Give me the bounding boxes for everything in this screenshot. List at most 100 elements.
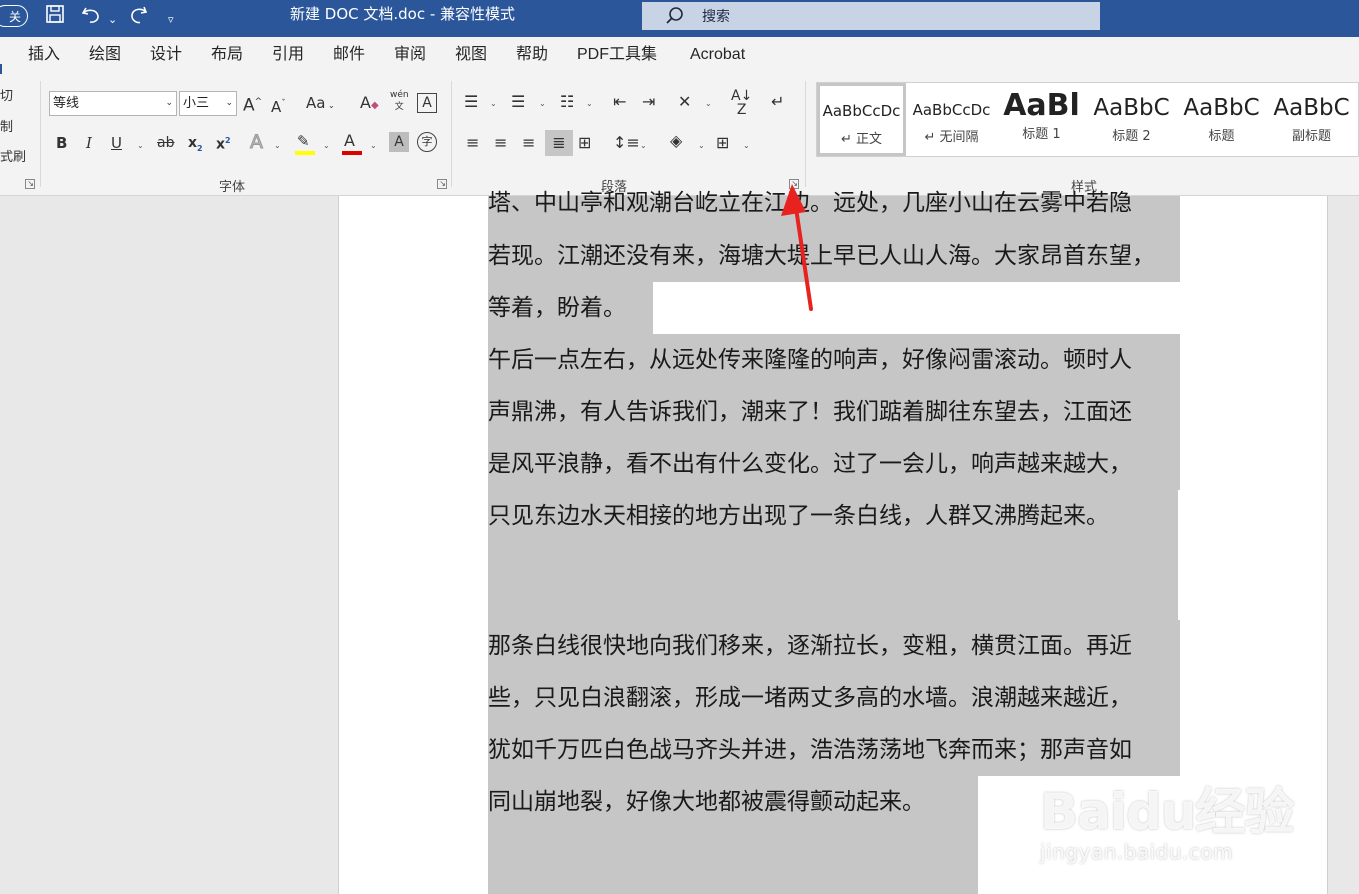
tab-acrobat[interactable]: Acrobat bbox=[690, 45, 745, 65]
grow-font-button[interactable]: A^ bbox=[243, 91, 262, 117]
bullets-icon[interactable]: ☰ bbox=[464, 91, 478, 113]
document-line[interactable]: 犹如千万匹白色战马齐头并进，浩浩荡荡地飞奔而来；那声音如 bbox=[488, 735, 1132, 765]
align-left-icon[interactable]: ≡ bbox=[466, 132, 479, 154]
active-tab-indicator bbox=[0, 64, 2, 74]
borders-icon[interactable]: ⊞ bbox=[716, 132, 729, 154]
document-line[interactable]: 那条白线很快地向我们移来，逐渐拉长，变粗，横贯江面。再近 bbox=[488, 631, 1132, 661]
multilevel-list-icon[interactable]: ☷ bbox=[560, 91, 574, 113]
style-normal[interactable]: AaBbCcDc ↵ 正文 bbox=[817, 83, 906, 156]
chevron-down-icon[interactable]: ⌄ bbox=[137, 141, 144, 151]
phonetic-guide-button[interactable]: wén 文 bbox=[390, 89, 409, 113]
chevron-down-icon[interactable]: ⌄ bbox=[705, 99, 712, 109]
shrink-font-button[interactable]: Aˇ bbox=[271, 93, 286, 118]
chevron-down-icon[interactable]: ⌄ bbox=[640, 141, 647, 151]
align-center-icon[interactable]: ≡ bbox=[494, 132, 507, 154]
underline-button[interactable]: U bbox=[111, 132, 122, 154]
document-line[interactable]: 是风平浪静，看不出有什么变化。过了一会儿，响声越来越大， bbox=[488, 449, 1132, 479]
tab-draw[interactable]: 绘图 bbox=[89, 45, 121, 65]
clear-formatting-icon[interactable]: A◆ bbox=[360, 92, 379, 117]
tab-references[interactable]: 引用 bbox=[272, 45, 304, 65]
italic-button[interactable]: I bbox=[86, 132, 92, 154]
text-effects-button[interactable]: A bbox=[250, 131, 264, 154]
style-name: ↵ 正文 bbox=[840, 132, 883, 147]
style-preview: AaBl bbox=[1003, 91, 1080, 121]
change-case-label: Aa bbox=[306, 94, 326, 112]
chevron-down-icon[interactable]: ⌄ bbox=[586, 99, 593, 109]
bold-button[interactable]: B bbox=[56, 132, 67, 154]
superscript-button[interactable]: x2 bbox=[216, 130, 231, 156]
save-icon[interactable] bbox=[45, 4, 65, 30]
document-line[interactable]: 只见东边水天相接的地方出现了一条白线，人群又沸腾起来。 bbox=[488, 501, 1109, 531]
chinese-layout-icon[interactable]: ✕ bbox=[678, 91, 691, 113]
character-shading-button[interactable]: A bbox=[389, 132, 409, 152]
subscript-button[interactable]: x2 bbox=[188, 132, 203, 160]
increase-indent-icon[interactable]: ⇥ bbox=[642, 91, 655, 113]
tab-mailings[interactable]: 邮件 bbox=[333, 45, 365, 65]
change-case-button[interactable]: Aa ⌄ bbox=[306, 92, 335, 117]
chevron-down-icon[interactable]: ⌄ bbox=[274, 141, 281, 151]
decrease-indent-icon[interactable]: ⇤ bbox=[613, 91, 626, 113]
baidu-watermark: Baidu经验 jingyan.baidu.com bbox=[1040, 772, 1294, 864]
tab-layout[interactable]: 布局 bbox=[211, 45, 243, 65]
font-color-button[interactable]: A bbox=[344, 130, 355, 152]
cut-button[interactable]: 切 bbox=[0, 85, 13, 104]
font-group-label: 字体 bbox=[219, 180, 246, 195]
clipboard-launcher-icon[interactable]: ↘ bbox=[25, 179, 35, 189]
font-name-select[interactable]: 等线 ⌄ bbox=[49, 91, 177, 116]
shrink-font-label: A bbox=[271, 98, 282, 116]
document-line[interactable]: 同山崩地裂，好像大地都被震得颤动起来。 bbox=[488, 787, 925, 817]
style-preview: AaBbCcDc bbox=[822, 102, 901, 120]
tab-pdf-tools[interactable]: PDF工具集 bbox=[577, 45, 657, 65]
autosave-toggle[interactable]: 关 bbox=[0, 5, 28, 27]
document-line[interactable]: 塔、中山亭和观潮台屹立在江边。远处，几座小山在云雾中若隐 bbox=[488, 188, 1132, 218]
chevron-down-icon[interactable]: ⌄ bbox=[490, 99, 497, 109]
tab-view[interactable]: 视图 bbox=[455, 45, 487, 65]
chevron-down-icon[interactable]: ⌄ bbox=[539, 99, 546, 109]
undo-icon[interactable] bbox=[80, 4, 102, 32]
chevron-down-icon[interactable]: ⌄ bbox=[698, 141, 705, 151]
font-size-select[interactable]: 小三 ⌄ bbox=[179, 91, 237, 116]
justify-icon[interactable]: ≣ bbox=[545, 130, 573, 156]
customize-toolbar-icon[interactable]: ▿ bbox=[168, 7, 174, 33]
search-icon bbox=[664, 5, 686, 27]
style-title[interactable]: AaBbC 标题 bbox=[1177, 83, 1266, 156]
redo-icon[interactable] bbox=[128, 4, 150, 32]
font-launcher-icon[interactable]: ↘ bbox=[437, 179, 447, 189]
style-heading-2[interactable]: AaBbC 标题 2 bbox=[1087, 83, 1176, 156]
chevron-down-icon[interactable]: ⌄ bbox=[323, 141, 330, 151]
tab-insert[interactable]: 插入 bbox=[28, 45, 60, 65]
superscript-label: x bbox=[216, 136, 226, 153]
undo-dropdown-icon[interactable]: ⌄ bbox=[108, 7, 117, 33]
character-border-icon[interactable]: A bbox=[417, 93, 437, 113]
chevron-down-icon[interactable]: ⌄ bbox=[743, 141, 750, 151]
format-painter-button[interactable]: 式刷 bbox=[0, 146, 26, 165]
document-line[interactable]: 若现。江潮还没有来，海塘大堤上早已人山人海。大家昂首东望， bbox=[488, 241, 1155, 271]
line-spacing-icon[interactable]: ↕≡ bbox=[613, 132, 640, 154]
highlight-icon[interactable]: ✎ bbox=[297, 130, 310, 152]
tab-review[interactable]: 审阅 bbox=[394, 45, 426, 65]
chevron-down-icon[interactable]: ⌄ bbox=[370, 141, 377, 151]
copy-button[interactable]: 制 bbox=[0, 116, 13, 135]
autosave-toggle-label: 关 bbox=[8, 9, 21, 24]
tab-design[interactable]: 设计 bbox=[150, 45, 182, 65]
enclose-characters-button[interactable]: 字 bbox=[417, 132, 437, 152]
search-box[interactable]: 搜索 bbox=[642, 2, 1100, 30]
show-formatting-marks-icon[interactable]: ↵ bbox=[771, 91, 784, 113]
document-line[interactable]: 声鼎沸，有人告诉我们，潮来了！我们踮着脚往东望去，江面还 bbox=[488, 397, 1132, 427]
style-heading-1[interactable]: AaBl 标题 1 bbox=[997, 83, 1086, 156]
document-line[interactable]: 些，只见白浪翻滚，形成一堵两丈多高的水墙。浪潮越来越近， bbox=[488, 683, 1132, 713]
grow-font-label: A bbox=[243, 95, 255, 116]
document-line[interactable]: 等着，盼着。 bbox=[488, 293, 626, 323]
strikethrough-button[interactable]: ab bbox=[157, 132, 174, 154]
document-line[interactable]: 午后一点左右，从远处传来隆隆的响声，好像闷雷滚动。顿时人 bbox=[488, 345, 1132, 375]
style-no-spacing[interactable]: AaBbCcDc ↵ 无间隔 bbox=[907, 83, 996, 156]
tab-help[interactable]: 帮助 bbox=[516, 45, 548, 65]
align-right-icon[interactable]: ≡ bbox=[522, 132, 535, 154]
highlight-color-swatch bbox=[295, 151, 315, 155]
numbering-icon[interactable]: ☰ bbox=[511, 91, 525, 113]
font-name-value: 等线 bbox=[53, 96, 80, 111]
distributed-icon[interactable]: ⊞ bbox=[578, 132, 591, 154]
shading-icon[interactable]: ◈ bbox=[670, 130, 682, 152]
sort-icon[interactable]: A↓ Z bbox=[731, 89, 752, 117]
style-subtitle[interactable]: AaBbC 副标题 bbox=[1267, 83, 1356, 156]
